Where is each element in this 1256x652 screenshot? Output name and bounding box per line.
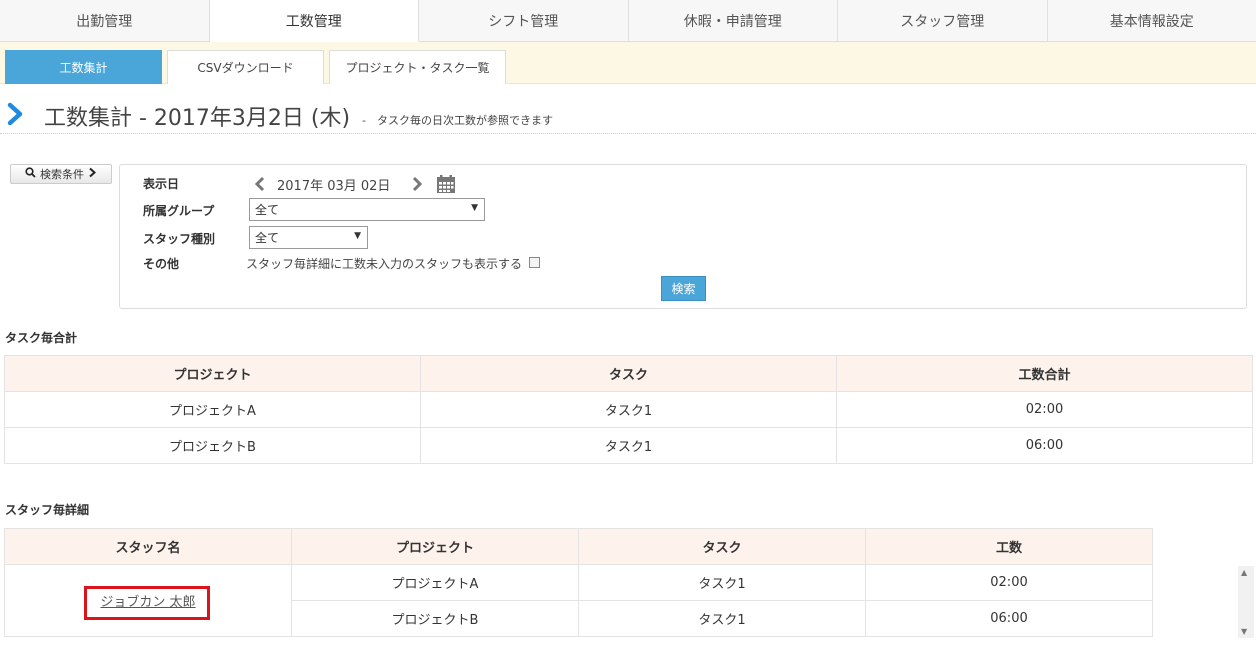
task-totals-table: プロジェクト タスク 工数合計 プロジェクトA タスク1 02:00 プロジェク… (4, 355, 1253, 464)
sub-navigation: 工数集計 CSVダウンロード プロジェクト・タスク一覧 (0, 42, 1256, 84)
task-cell: タスク1 (420, 391, 837, 428)
chevron-right-icon (88, 167, 97, 181)
tab-shift[interactable]: シフト管理 (419, 0, 629, 41)
staff-type-select[interactable]: 全て ▼ (249, 226, 368, 249)
caret-down-icon: ▼ (471, 203, 478, 213)
prev-day-icon[interactable] (254, 176, 266, 196)
search-conditions-toggle[interactable]: 検索条件 (10, 164, 112, 184)
staff-name-highlight-box (84, 586, 210, 620)
staff-type-select-value: 全て (255, 231, 280, 245)
hours-cell: 02:00 (836, 391, 1253, 428)
subtab-project-task-list[interactable]: プロジェクト・タスク一覧 (329, 50, 506, 84)
next-day-icon[interactable] (411, 176, 423, 196)
search-panel: 表示日 2017年 03月 02日 所属グループ 全て ▼ スタッフ種別 全て … (119, 164, 1247, 309)
staff-type-label: スタッフ種別 (143, 232, 216, 246)
staff-details-heading: スタッフ毎詳細 (5, 503, 90, 517)
calendar-icon[interactable] (436, 174, 456, 198)
page-title: 工数集計 - 2017年3月2日 (木) (44, 106, 351, 131)
show-empty-staff-label: スタッフ毎詳細に工数未入力のスタッフも表示する (246, 257, 523, 271)
task-cell: タスク1 (420, 427, 837, 464)
task-totals-heading: タスク毎合計 (5, 331, 78, 345)
tab-staff[interactable]: スタッフ管理 (838, 0, 1048, 41)
page-header: 工数集計 - 2017年3月2日 (木) - タスク毎の日次工数が参照できます (0, 98, 1256, 134)
group-select[interactable]: 全て ▼ (249, 198, 485, 221)
subtab-csv-download[interactable]: CSVダウンロード (167, 50, 324, 84)
tab-basic-settings[interactable]: 基本情報設定 (1048, 0, 1256, 41)
group-select-value: 全て (255, 203, 280, 217)
show-empty-staff-checkbox[interactable] (529, 257, 540, 268)
group-label: 所属グループ (143, 204, 215, 218)
staff-details-table: スタッフ名 プロジェクト タスク 工数 ジョブカン 太郎 プロジェクトA タスク… (4, 528, 1153, 637)
date-value: 2017年 03月 02日 (277, 179, 391, 194)
project-cell: プロジェクトA (4, 391, 421, 428)
page-subtitle: - タスク毎の日次工数が参照できます (362, 114, 553, 127)
tab-leave-request[interactable]: 休暇・申請管理 (629, 0, 838, 41)
hours-cell: 06:00 (865, 600, 1153, 637)
chevron-right-icon (7, 102, 25, 130)
table-header-row: プロジェクト タスク 工数合計 (4, 355, 1253, 392)
search-button[interactable]: 検索 (661, 276, 706, 301)
project-cell: プロジェクトA (291, 564, 579, 601)
search-conditions-label: 検索条件 (40, 168, 84, 181)
column-header-hours: 工数 (865, 528, 1153, 565)
column-header-staff-name: スタッフ名 (4, 528, 292, 565)
scroll-up-icon[interactable]: ▲ (1241, 568, 1247, 577)
date-label: 表示日 (143, 177, 180, 191)
column-header-task: タスク (578, 528, 866, 565)
table-row: プロジェクトB タスク1 06:00 (4, 427, 1253, 464)
table-row: プロジェクトA タスク1 02:00 (4, 391, 1253, 428)
magnifier-icon (25, 167, 36, 181)
vertical-scrollbar[interactable]: ▲ ▼ (1238, 566, 1254, 638)
project-cell: プロジェクトB (4, 427, 421, 464)
top-navigation: 出勤管理 工数管理 シフト管理 休暇・申請管理 スタッフ管理 基本情報設定 (0, 0, 1256, 42)
task-cell: タスク1 (578, 564, 866, 601)
hours-cell: 02:00 (865, 564, 1153, 601)
column-header-task: タスク (420, 355, 837, 392)
column-header-project: プロジェクト (4, 355, 421, 392)
column-header-total-hours: 工数合計 (836, 355, 1253, 392)
scroll-down-icon[interactable]: ▼ (1241, 627, 1247, 636)
subtab-workload-summary[interactable]: 工数集計 (5, 50, 162, 84)
table-header-row: スタッフ名 プロジェクト タスク 工数 (4, 528, 1153, 565)
hours-cell: 06:00 (836, 427, 1253, 464)
task-cell: タスク1 (578, 600, 866, 637)
column-header-project: プロジェクト (291, 528, 579, 565)
project-cell: プロジェクトB (291, 600, 579, 637)
tab-workload[interactable]: 工数管理 (209, 0, 419, 42)
other-label: その他 (143, 257, 180, 271)
tab-attendance[interactable]: 出勤管理 (0, 0, 210, 41)
caret-down-icon: ▼ (354, 231, 361, 241)
